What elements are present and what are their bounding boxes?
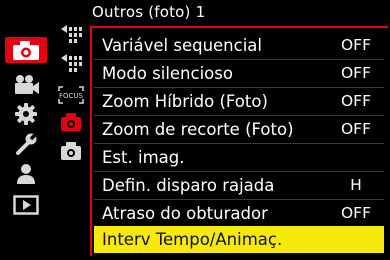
menu-item-label: Variável sequencial [102,35,262,55]
gear-icon [15,103,37,125]
stacked-arrows-icon [61,25,82,43]
menu-item-zoom-hibrido[interactable]: Zoom Híbrido (Foto) OFF [94,88,384,114]
page-title: Outros (foto) 1 [92,3,206,21]
wrench-icon [16,132,38,155]
menu-item-label: Interv Tempo/Animaç. [102,230,283,249]
camera-icon [13,41,39,60]
tab-my-menu[interactable] [5,161,47,187]
menu-item-zoom-recorte[interactable]: Zoom de recorte (Foto) OFF [94,116,384,142]
menu-item-atraso-obturador[interactable]: Atraso do obturador OFF [94,200,384,226]
focus-label: FOCUS [59,92,84,100]
menu-item-variavel-sequencial[interactable]: Variável sequencial OFF [94,32,384,58]
menu-item-disparo-rajada[interactable]: Defin. disparo rajada H [94,172,384,198]
tab-setup[interactable] [5,131,47,157]
menu-item-value: OFF [340,64,372,82]
focus-icon: FOCUS [58,86,84,104]
menu-item-value: OFF [340,120,372,138]
menu-item-value: OFF [340,36,372,54]
camera-small-icon [61,113,81,131]
menu-item-label: Zoom Híbrido (Foto) [102,91,268,111]
tab-custom[interactable] [5,101,47,127]
tab-photo[interactable] [5,37,47,63]
menu-item-label: Zoom de recorte (Foto) [102,119,294,139]
camera-menu-screen: FOCUS Outros (foto) 1 Variável sequencia… [0,0,390,260]
tab-playback[interactable] [5,192,47,218]
stacked-arrows-icon [61,54,82,72]
playback-icon [13,195,39,215]
menu-item-modo-silencioso[interactable]: Modo silencioso OFF [94,60,384,86]
tab-video[interactable] [5,72,47,98]
menu-item-interv-tempo-selected[interactable]: Interv Tempo/Animaç. [94,226,384,253]
main-tab-column [0,0,54,260]
sub-tab-column: FOCUS [52,0,92,260]
subtab-image-quality-1[interactable] [56,24,86,46]
menu-item-value: H [350,176,362,194]
camera-small-icon [61,142,81,160]
menu-item-est-imag[interactable]: Est. imag. [94,144,384,170]
menu-item-value: OFF [340,204,372,222]
menu-item-label: Modo silencioso [102,63,233,83]
subtab-photo-others-2[interactable] [56,140,86,162]
subtab-photo-others-1[interactable] [56,111,86,133]
subtab-focus[interactable]: FOCUS [56,84,86,106]
menu-item-label: Defin. disparo rajada [102,175,275,195]
menu-item-value: OFF [340,92,372,110]
person-icon [17,164,35,184]
video-camera-icon [15,75,39,94]
menu-item-label: Atraso do obturador [102,203,268,223]
subtab-image-quality-2[interactable] [56,53,86,75]
menu-item-label: Est. imag. [102,147,185,167]
